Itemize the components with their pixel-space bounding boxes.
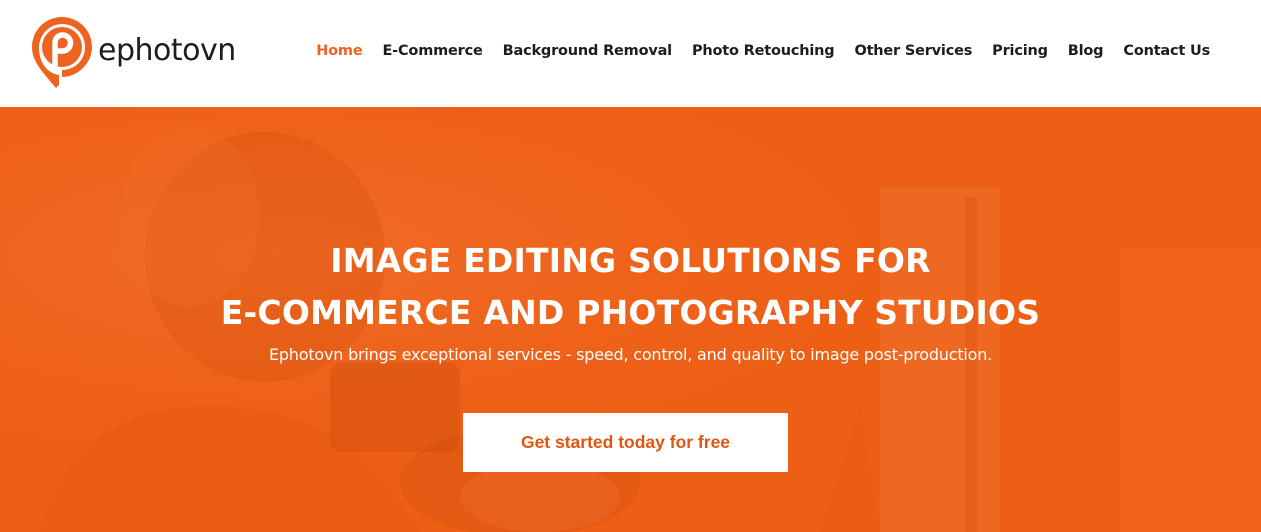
nav-item-e-commerce[interactable]: E-Commerce [382,43,482,59]
hero-banner: IMAGE EDITING SOLUTIONS FOR E-COMMERCE A… [0,107,1261,532]
nav-item-background-removal[interactable]: Background Removal [503,43,673,59]
pin-logo-icon [32,17,92,88]
get-started-button[interactable]: Get started today for free [463,413,788,472]
nav-item-home[interactable]: Home [316,43,362,59]
logo-link[interactable]: ephotovn [30,15,236,89]
main-nav: Home E-Commerce Background Removal Photo… [316,43,1210,59]
nav-item-other-services[interactable]: Other Services [854,43,972,59]
hero-title: IMAGE EDITING SOLUTIONS FOR E-COMMERCE A… [0,235,1261,339]
site-header: ephotovn Home E-Commerce Background Remo… [0,0,1261,107]
nav-item-pricing[interactable]: Pricing [992,43,1048,59]
nav-item-blog[interactable]: Blog [1068,43,1104,59]
nav-item-contact-us[interactable]: Contact Us [1123,43,1210,59]
hero-subtitle: Ephotovn brings exceptional services - s… [268,345,993,364]
hero-title-line-2: E-COMMERCE AND PHOTOGRAPHY STUDIOS [220,293,1041,332]
nav-item-photo-retouching[interactable]: Photo Retouching [692,43,835,59]
hero-title-line-1: IMAGE EDITING SOLUTIONS FOR [330,241,931,280]
brand-name: ephotovn [98,32,236,68]
